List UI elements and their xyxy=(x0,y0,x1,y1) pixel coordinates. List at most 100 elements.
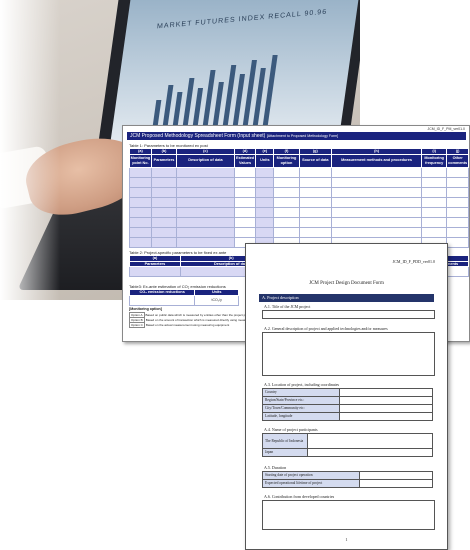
table1-cell[interactable] xyxy=(176,226,235,238)
table1-cell[interactable] xyxy=(129,226,152,238)
table1-cell[interactable] xyxy=(176,216,235,228)
table1-cell[interactable] xyxy=(150,236,178,248)
option-row: Option C Based on the actual measurement … xyxy=(129,322,229,328)
a3-field[interactable] xyxy=(339,412,433,421)
table1-cell[interactable] xyxy=(446,196,469,208)
table1-cell[interactable] xyxy=(298,196,333,208)
table1-cell[interactable] xyxy=(129,216,152,228)
table1-cell[interactable] xyxy=(446,226,469,238)
table1-cell[interactable] xyxy=(255,216,275,228)
table1-row xyxy=(129,206,469,218)
table1-cell[interactable] xyxy=(255,186,275,198)
table1-cell[interactable] xyxy=(298,176,333,188)
table1-cell[interactable] xyxy=(298,186,333,198)
table1-cell[interactable] xyxy=(446,206,469,218)
table1-header: Source of data xyxy=(298,153,333,168)
table1-cell[interactable] xyxy=(273,226,300,238)
table2-cell[interactable] xyxy=(129,266,181,277)
table1-cell[interactable] xyxy=(273,166,300,178)
table1-cell[interactable] xyxy=(233,176,257,188)
table1-cell[interactable] xyxy=(255,206,275,218)
table1-cell[interactable] xyxy=(421,226,448,238)
table1-cell[interactable] xyxy=(421,216,448,228)
table1-cell[interactable] xyxy=(255,176,275,188)
table1-cell[interactable] xyxy=(273,196,300,208)
table1-cell[interactable] xyxy=(421,176,448,188)
table1-cell[interactable] xyxy=(233,196,257,208)
table1-cell[interactable] xyxy=(150,196,178,208)
table1-cell[interactable] xyxy=(330,226,423,238)
table1-cell[interactable] xyxy=(150,206,178,218)
screen-text: MARKET FUTURES INDEX RECALL 90.96 xyxy=(156,8,328,31)
table1-cell[interactable] xyxy=(150,176,178,188)
table1-cell[interactable] xyxy=(421,206,448,218)
a5-field[interactable] xyxy=(359,479,433,488)
table1-cell[interactable] xyxy=(233,206,257,218)
table1-cell[interactable] xyxy=(273,216,300,228)
table1-cell[interactable] xyxy=(446,166,469,178)
table1-cell[interactable] xyxy=(129,236,152,248)
table1-cell[interactable] xyxy=(129,196,152,208)
a2-field[interactable] xyxy=(262,332,435,376)
table1-cell[interactable] xyxy=(330,216,423,228)
table1-cell[interactable] xyxy=(129,166,152,178)
table1-cell[interactable] xyxy=(129,176,152,188)
table1-cell[interactable] xyxy=(298,226,333,238)
table1-cell[interactable] xyxy=(150,216,178,228)
table1-cell[interactable] xyxy=(330,196,423,208)
table1-header: Monitoring point No. xyxy=(129,153,152,168)
table1-cell[interactable] xyxy=(421,166,448,178)
table1-cell[interactable] xyxy=(255,196,275,208)
table1-cell[interactable] xyxy=(233,166,257,178)
a3-field[interactable] xyxy=(339,404,433,413)
table1-cell[interactable] xyxy=(233,226,257,238)
a6-field[interactable] xyxy=(262,500,435,530)
table1-cell[interactable] xyxy=(446,186,469,198)
table1-cell[interactable] xyxy=(176,206,235,218)
table1-row xyxy=(129,196,469,208)
table1-cell[interactable] xyxy=(233,186,257,198)
table3-cell[interactable] xyxy=(128,294,196,306)
table1-cell[interactable] xyxy=(176,176,235,188)
table1-cell[interactable] xyxy=(233,216,257,228)
table1-cell[interactable] xyxy=(330,166,423,178)
table1-cell[interactable] xyxy=(255,226,275,238)
table1-cell[interactable] xyxy=(176,186,235,198)
a3-table: Country Region/State/Province etc.: City… xyxy=(262,388,433,421)
table1-row xyxy=(129,166,469,178)
table1-cell[interactable] xyxy=(176,236,235,248)
table1-cell[interactable] xyxy=(298,216,333,228)
a3-field[interactable] xyxy=(339,388,433,397)
table1-cell[interactable] xyxy=(129,186,152,198)
table1-cell[interactable] xyxy=(273,176,300,188)
table1-cell[interactable] xyxy=(330,186,423,198)
table1-cell[interactable] xyxy=(330,176,423,188)
a1-field[interactable] xyxy=(262,310,435,319)
a4-field[interactable] xyxy=(307,448,433,457)
table1-cell[interactable] xyxy=(150,226,178,238)
table1-cell[interactable] xyxy=(421,186,448,198)
table1-cell[interactable] xyxy=(176,166,235,178)
table1-cell[interactable] xyxy=(129,206,152,218)
table1-cell[interactable] xyxy=(330,206,423,218)
a5-table: Starting date of project operation Expec… xyxy=(262,471,433,488)
table1-cell[interactable] xyxy=(421,196,448,208)
table1-cell[interactable] xyxy=(176,196,235,208)
table1-cell[interactable] xyxy=(273,206,300,218)
table1-cell[interactable] xyxy=(446,176,469,188)
table1-cell[interactable] xyxy=(298,206,333,218)
a5-field[interactable] xyxy=(359,471,433,480)
a3-field[interactable] xyxy=(339,396,433,405)
table1: (a) (b) (c) (d) (e) (f) (g) (h) (i) (j) Monitoring… xyxy=(129,148,469,248)
a4-table: The Republic of Indonesia Japan xyxy=(262,433,433,457)
table3-unit: tCO₂/y xyxy=(194,294,239,306)
table1-cell[interactable] xyxy=(273,186,300,198)
table1-cell[interactable] xyxy=(150,166,178,178)
pdd-code: JCM_ID_F_PDD_ver01.0 xyxy=(392,259,435,264)
a4-field[interactable] xyxy=(307,433,433,449)
table1-cell[interactable] xyxy=(298,166,333,178)
table1-cell[interactable] xyxy=(255,166,275,178)
table1-cell[interactable] xyxy=(446,216,469,228)
table1-cell[interactable] xyxy=(446,236,469,248)
table1-cell[interactable] xyxy=(150,186,178,198)
